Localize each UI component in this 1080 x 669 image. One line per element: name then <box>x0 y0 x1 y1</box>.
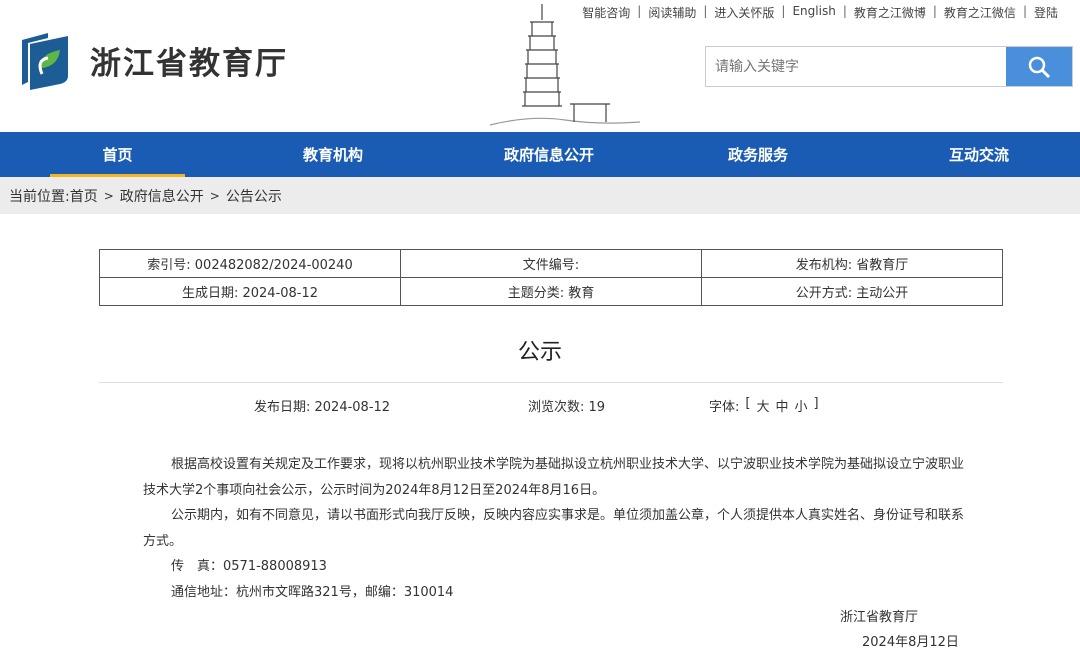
address: 通信地址：杭州市文晖路321号，邮编：310014 <box>171 584 454 600</box>
search-input[interactable] <box>706 47 1006 86</box>
divider: | <box>842 4 847 18</box>
signature: 浙江省教育厅 <box>840 610 919 625</box>
divider: | <box>932 4 937 18</box>
font-size-control: 字体: [ 大 中 小 ] <box>709 396 819 415</box>
sign-date: 2024年8月12日 <box>862 635 959 650</box>
paragraph: 根据高校设置有关规定及工作要求，现将以杭州职业技术学院为基础拟设立杭州职业技术大… <box>143 457 965 498</box>
main-nav: 首页 教育机构 政府信息公开 政务服务 互动交流 <box>0 132 1080 177</box>
site-title: 浙江省教育厅 <box>90 45 288 82</box>
link-weibo[interactable]: 教育之江微博 <box>854 4 926 21</box>
bracket: ] <box>813 396 819 411</box>
publish-date: 发布日期: 2024-08-12 <box>254 400 391 415</box>
nav-interaction[interactable]: 互动交流 <box>915 132 1043 177</box>
breadcrumb-prefix: 当前位置: <box>9 188 70 205</box>
nav-gov-info[interactable]: 政府信息公开 <box>469 132 629 177</box>
article-body: 根据高校设置有关规定及工作要求，现将以杭州职业技术学院为基础拟设立杭州职业技术大… <box>143 452 965 605</box>
link-english[interactable]: English <box>792 4 835 21</box>
fax: 传 真：0571-88008913 <box>171 559 327 574</box>
search-icon <box>1028 56 1051 78</box>
link-care-version[interactable]: 进入关怀版 <box>714 4 774 21</box>
bracket: [ <box>745 396 751 411</box>
breadcrumb-sep: > <box>209 188 220 203</box>
publisher: 发布机构: 省教育厅 <box>701 249 1003 278</box>
site-logo[interactable]: 浙江省教育厅 <box>20 30 288 90</box>
breadcrumb: 当前位置: 首页 > 政府信息公开 > 公告公示 <box>0 177 1080 214</box>
search-bar <box>705 46 1073 87</box>
divider: | <box>1022 4 1027 18</box>
breadcrumb-sep: > <box>103 188 114 203</box>
table-row: 索引号: 002482082/2024-00240 文件编号: 发布机构: 省教… <box>99 249 1003 278</box>
link-wechat[interactable]: 教育之江微信 <box>944 4 1016 21</box>
article-title: 公示 <box>517 340 562 365</box>
table-row: 生成日期: 2024-08-12 主题分类: 教育 公开方式: 主动公开 <box>99 277 1003 306</box>
logo-icon <box>22 33 68 90</box>
document-meta-table: 索引号: 002482082/2024-00240 文件编号: 发布机构: 省教… <box>99 249 1003 306</box>
breadcrumb-gov-info[interactable]: 政府信息公开 <box>120 186 204 206</box>
breadcrumb-notices[interactable]: 公告公示 <box>226 186 282 206</box>
divider: | <box>703 4 708 18</box>
search-button[interactable] <box>1006 47 1072 86</box>
document-number: 文件编号: <box>400 249 702 278</box>
paragraph: 公示期内，如有不同意见，请以书面形式向我厅反映，反映内容应实事求是。单位须加盖公… <box>143 508 965 549</box>
font-medium[interactable]: 中 <box>775 396 788 415</box>
font-label: 字体: <box>709 400 740 415</box>
generated-date: 生成日期: 2024-08-12 <box>99 277 401 306</box>
divider: | <box>781 4 786 18</box>
nav-institutions[interactable]: 教育机构 <box>267 132 399 177</box>
pagoda-illustration <box>489 4 641 126</box>
nav-services[interactable]: 政务服务 <box>699 132 817 177</box>
view-count: 浏览次数: 19 <box>528 400 606 415</box>
breadcrumb-home[interactable]: 首页 <box>70 186 98 206</box>
nav-home[interactable]: 首页 <box>50 132 185 177</box>
font-large[interactable]: 大 <box>756 396 769 415</box>
link-login[interactable]: 登陆 <box>1034 4 1058 21</box>
topic-category: 主题分类: 教育 <box>400 277 702 306</box>
disclosure-method: 公开方式: 主动公开 <box>701 277 1003 306</box>
divider <box>99 382 1003 383</box>
index-number: 索引号: 002482082/2024-00240 <box>99 249 401 278</box>
font-small[interactable]: 小 <box>795 396 808 415</box>
